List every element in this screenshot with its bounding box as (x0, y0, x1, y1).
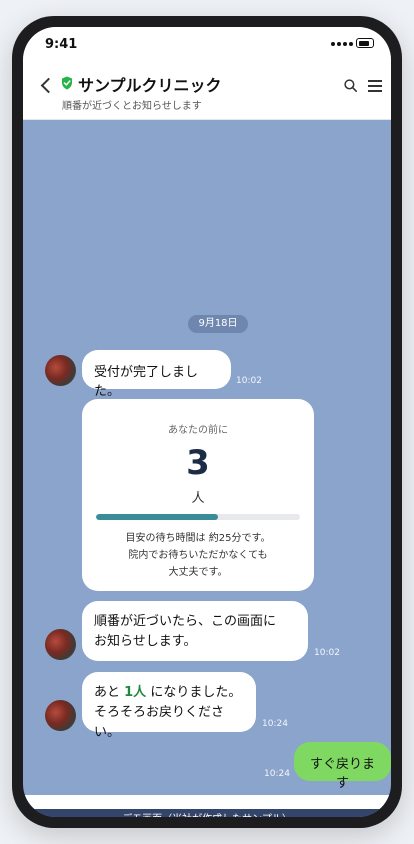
clinic-avatar[interactable] (45, 700, 76, 731)
message-text: すぐ戻ります (309, 757, 375, 791)
phone-screen: 9:41 サンプルクリニック 順番が近づくとお知らせします 9月18日 受付が完… (23, 27, 391, 817)
message-time: 10:24 (262, 719, 288, 729)
message-bubble-received: あと 1人 になりました。 そろそろお戻りください。 (82, 672, 256, 740)
battery-icon (356, 38, 374, 48)
message-text-suffix: になりました。 (146, 685, 242, 700)
wait-info-line: 院内でお待ちいただかなくても (128, 550, 268, 561)
chat-title: サンプルクリニック (78, 76, 222, 95)
queue-unit: 人 (191, 491, 205, 506)
message-text: 順番が近づいたら、この画面に (94, 614, 277, 629)
signal-icon (331, 42, 353, 46)
message-text: そろそろお戻りください。 (94, 705, 225, 740)
message-text: 受付が完了しました。 (94, 365, 199, 399)
message-text-prefix: あと (94, 685, 125, 700)
phone-frame: 9:41 サンプルクリニック 順番が近づくとお知らせします 9月18日 受付が完… (12, 16, 402, 828)
wait-progress-bar (96, 514, 300, 520)
clinic-avatar[interactable] (45, 355, 76, 386)
message-bubble-sent: すぐ戻ります (294, 742, 391, 791)
menu-icon[interactable] (368, 80, 382, 92)
clinic-avatar[interactable] (45, 629, 76, 660)
message-text: あと 1人 になりました。 (94, 683, 244, 703)
wait-info-line: 目安の待ち時間は 約25分です。 (125, 533, 271, 544)
status-time: 9:41 (45, 37, 78, 52)
demo-footer: デモ画面（当社が作成したサンプル） (23, 809, 391, 817)
message-bubble-received: 受付が完了しました。 (82, 350, 231, 399)
queue-label: あなたの前に (168, 425, 228, 436)
search-icon[interactable] (344, 79, 357, 92)
chat-header: サンプルクリニック 順番が近づくとお知らせします (23, 59, 391, 120)
message-input-area[interactable] (23, 795, 391, 809)
message-bubble-received: 順番が近づいたら、この画面に お知らせします。 (82, 601, 308, 661)
message-time: 10:02 (236, 376, 262, 386)
queue-card: あなたの前に 3 人 目安の待ち時間は 約25分です。 院内でお待ちいただかなく… (82, 399, 314, 591)
back-icon[interactable] (40, 77, 57, 94)
shield-icon (62, 76, 72, 90)
message-text: お知らせします。 (94, 634, 197, 649)
chat-subtitle: 順番が近づくとお知らせします (62, 101, 202, 112)
status-bar: 9:41 (23, 27, 391, 59)
queue-count: 3 (186, 443, 210, 483)
wait-progress-fill (96, 514, 219, 520)
date-pill: 9月18日 (188, 315, 248, 333)
highlight-count: 1人 (124, 685, 147, 700)
message-time: 10:24 (264, 769, 290, 779)
wait-info-line: 大丈夫です。 (168, 567, 228, 578)
message-time: 10:02 (314, 648, 340, 658)
